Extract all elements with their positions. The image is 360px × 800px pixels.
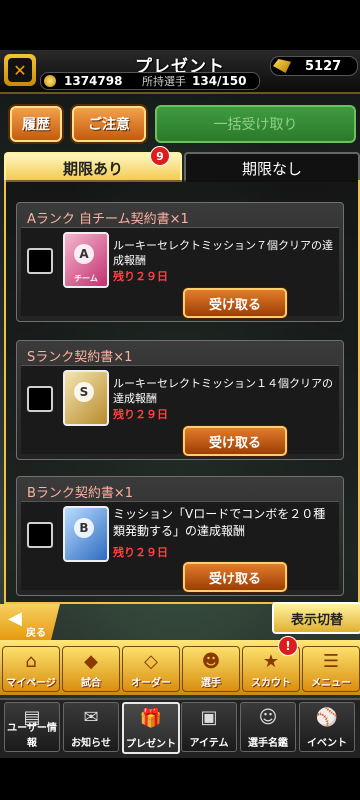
present-title: Sランク契約書×1 bbox=[27, 350, 133, 365]
system-nav-bar bbox=[0, 758, 360, 800]
nav-present[interactable]: 🎁 プレゼント bbox=[122, 702, 180, 754]
nav-event[interactable]: ⚾ イベント bbox=[299, 702, 355, 752]
icon-rank-letter: B bbox=[74, 518, 94, 538]
nav-label: 試合 bbox=[81, 678, 101, 689]
coin-icon bbox=[44, 75, 56, 87]
item-icon: ▣ bbox=[200, 707, 218, 728]
present-remaining: 残り２９日 bbox=[113, 270, 168, 283]
scout-icon: ★ bbox=[262, 651, 280, 672]
receive-button[interactable]: 受け取る bbox=[183, 288, 287, 318]
receive-button[interactable]: 受け取る bbox=[183, 426, 287, 456]
present-remaining: 残り２９日 bbox=[113, 546, 168, 559]
present-checkbox[interactable] bbox=[27, 522, 53, 548]
nav-label: マイページ bbox=[6, 678, 56, 689]
tab-limited-badge: 9 bbox=[150, 146, 170, 166]
present-remaining: 残り２９日 bbox=[113, 408, 168, 421]
present-checkbox[interactable] bbox=[27, 248, 53, 274]
nav-notice[interactable]: ✉ お知らせ bbox=[63, 702, 119, 752]
nav-label: メニュー bbox=[311, 678, 351, 689]
event-icon: ⚾ bbox=[315, 707, 339, 728]
contract-b-icon: B bbox=[63, 506, 109, 562]
nav-order[interactable]: ◇ オーダー bbox=[122, 646, 180, 692]
nav-label: 選手名鑑 bbox=[248, 738, 288, 749]
notice-icon: ✉ bbox=[83, 707, 99, 728]
receive-button[interactable]: 受け取る bbox=[183, 562, 287, 592]
player-book-icon: ☺ bbox=[258, 707, 278, 728]
nav-player[interactable]: ☻ 選手 bbox=[182, 646, 240, 692]
contract-s-icon: S bbox=[63, 370, 109, 426]
scout-alert-badge: ! bbox=[278, 636, 298, 656]
icon-rank-letter: A bbox=[74, 244, 94, 264]
nav-label: プレゼント bbox=[126, 739, 176, 750]
nav-user-info[interactable]: ▤ ユーザー情報 bbox=[4, 702, 60, 752]
present-body: S ルーキーセレクトミッション１４個クリアの達成報酬 残り２９日 受け取る bbox=[21, 365, 339, 456]
nav-label: オーダー bbox=[131, 678, 171, 689]
status-bar bbox=[0, 0, 360, 50]
present-card: Sランク契約書×1 S ルーキーセレクトミッション１４個クリアの達成報酬 残り２… bbox=[16, 340, 344, 460]
present-icon: 🎁 bbox=[139, 708, 163, 729]
gem-value: 5127 bbox=[305, 58, 342, 74]
back-label: 戻る bbox=[26, 628, 46, 639]
display-toggle-button[interactable]: 表示切替 bbox=[272, 602, 360, 634]
match-icon: ◆ bbox=[84, 651, 98, 672]
nav-mypage[interactable]: ⌂ マイページ bbox=[2, 646, 60, 692]
back-button[interactable]: ◀ 戻る bbox=[0, 604, 60, 640]
order-icon: ◇ bbox=[144, 651, 158, 672]
nav-label: ユーザー情報 bbox=[7, 723, 57, 749]
menu-icon: ☰ bbox=[322, 651, 340, 672]
coin-value: 1374798 bbox=[64, 74, 123, 88]
receive-all-button[interactable]: 一括受け取り bbox=[155, 105, 356, 143]
notice-button[interactable]: ご注意 bbox=[72, 106, 146, 142]
mypage-icon: ⌂ bbox=[25, 651, 37, 672]
roster-count: 134/150 bbox=[192, 74, 247, 88]
header-bar: ✕ プレゼント 1374798 所持選手 134/150 5127 bbox=[0, 50, 360, 94]
present-body: B ミッション「Vロードでコンボを２０種類発動する」の達成報酬 残り２９日 受け… bbox=[21, 501, 339, 592]
history-button[interactable]: 履歴 bbox=[10, 106, 62, 142]
icon-tag: チーム bbox=[74, 274, 98, 283]
nav-label: アイテム bbox=[189, 738, 229, 749]
nav-menu[interactable]: ☰ メニュー bbox=[302, 646, 360, 692]
gem-counter[interactable]: 5127 bbox=[270, 56, 358, 76]
present-card: Aランク 自チーム契約書×1 A チーム ルーキーセレクトミッション７個クリアの… bbox=[16, 202, 344, 322]
present-description: ルーキーセレクトミッション７個クリアの達成報酬 bbox=[113, 239, 333, 267]
present-title: Bランク契約書×1 bbox=[27, 486, 134, 501]
present-body: A チーム ルーキーセレクトミッション７個クリアの達成報酬 残り２９日 受け取る bbox=[21, 227, 339, 318]
nav-label: イベント bbox=[307, 738, 347, 749]
back-arrow-icon: ◀ bbox=[8, 608, 22, 629]
nav-item[interactable]: ▣ アイテム bbox=[181, 702, 237, 752]
present-description: ルーキーセレクトミッション１４個クリアの達成報酬 bbox=[113, 377, 333, 405]
nav-label: 選手 bbox=[201, 678, 221, 689]
present-card: Bランク契約書×1 B ミッション「Vロードでコンボを２０種類発動する」の達成報… bbox=[16, 476, 344, 596]
nav-label: スカウト bbox=[251, 678, 291, 689]
gem-icon bbox=[273, 59, 291, 73]
icon-rank-letter: S bbox=[74, 382, 94, 402]
roster-label: 所持選手 bbox=[142, 75, 186, 88]
contract-a-icon: A チーム bbox=[63, 232, 109, 288]
nav-label: お知らせ bbox=[71, 738, 111, 749]
nav-player-book[interactable]: ☺ 選手名鑑 bbox=[240, 702, 296, 752]
present-checkbox[interactable] bbox=[27, 386, 53, 412]
present-description: ミッション「Vロードでコンボを２０種類発動する」の達成報酬 bbox=[113, 507, 326, 538]
coin-counter: 1374798 所持選手 134/150 bbox=[40, 72, 260, 90]
tab-unlimited[interactable]: 期限なし bbox=[184, 152, 360, 182]
nav-match[interactable]: ◆ 試合 bbox=[62, 646, 120, 692]
present-title: Aランク 自チーム契約書×1 bbox=[27, 212, 189, 227]
player-icon: ☻ bbox=[201, 651, 221, 672]
